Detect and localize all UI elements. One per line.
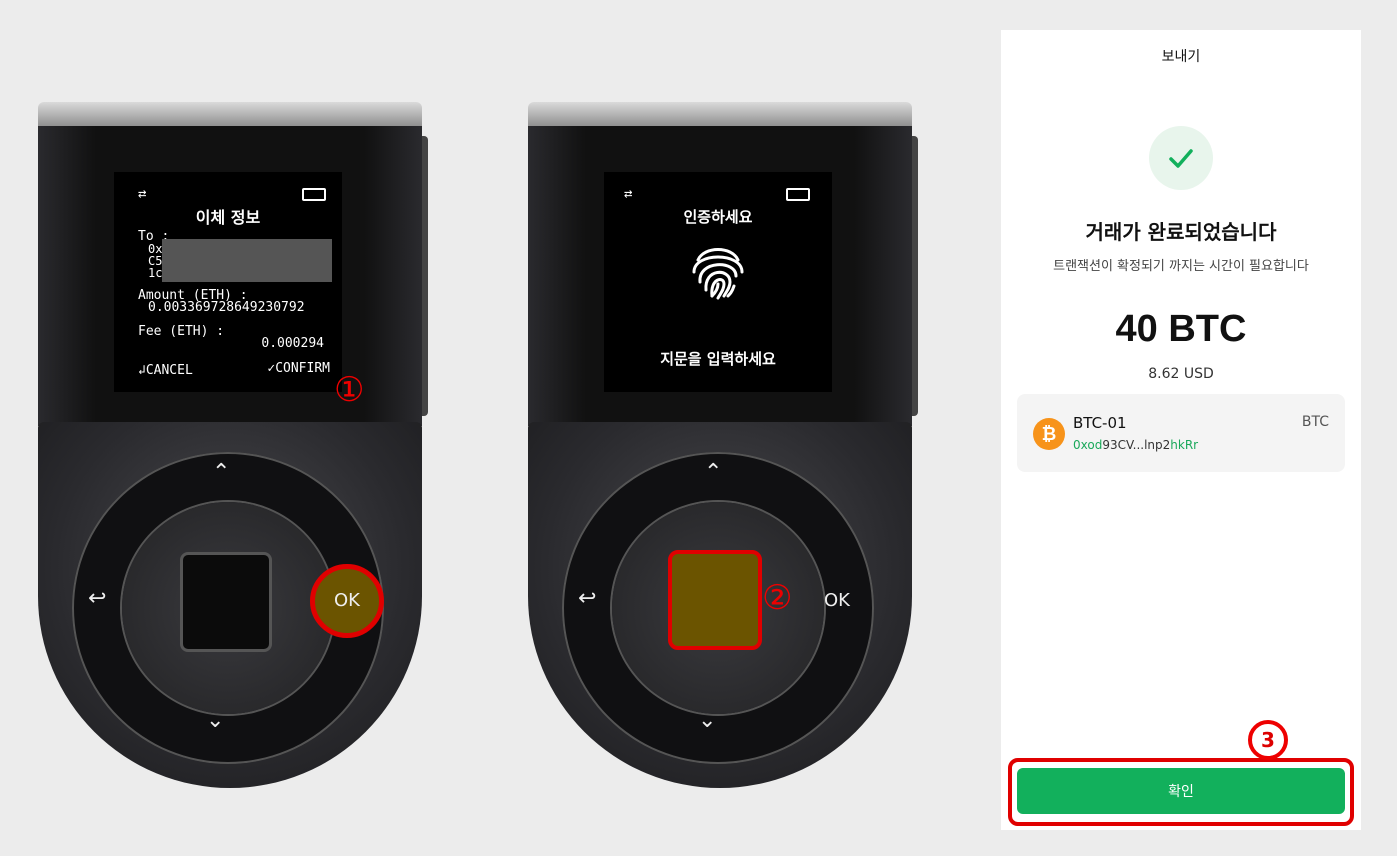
fee-value: 0.000294 [261, 336, 324, 351]
bitcoin-icon: ₿ [1033, 418, 1065, 450]
device-top-cap [38, 102, 422, 128]
fee-label: Fee (ETH) : [138, 324, 225, 339]
fingerprint-sensor[interactable] [668, 550, 762, 650]
back-icon[interactable]: ↩ [88, 586, 106, 611]
page-title: 보내기 [1161, 49, 1201, 65]
hardware-wallet-transfer: ⇄ 이체 정보 To : 0x C5 1c Amount (ETH) : 0.0… [38, 102, 428, 788]
account-name: BTC-01 [1073, 414, 1127, 432]
to-line-3: 1c [148, 266, 163, 280]
confirm-softkey: ✓CONFIRM [267, 361, 330, 376]
transfer-icon: ⇄ [624, 186, 633, 202]
redacted-address [162, 239, 332, 282]
transfer-icon: ⇄ [138, 186, 147, 202]
success-headline: 거래가 완료되었습니다 [1085, 220, 1277, 244]
success-subtext: 트랜잭션이 확정되기 까지는 시간이 필요합니다 [1053, 259, 1309, 274]
battery-icon [786, 188, 810, 201]
account-ticker: BTC [1301, 414, 1329, 430]
step-2-marker: ② [762, 578, 793, 618]
success-badge [1149, 126, 1213, 190]
fiat-amount: 8.62 USD [1148, 366, 1214, 382]
screen-title: 인증하세요 [683, 208, 753, 226]
hardware-wallet-fingerprint: ⇄ 인증하세요 지문을 입력하세요 ② ⌃ ⌄ ↩ OK [528, 102, 918, 788]
fingerprint-icon [692, 248, 744, 300]
account-address: 0xod93CV...lnp2hkRr [1073, 438, 1199, 452]
ok-button-label: OK [334, 590, 360, 611]
cancel-softkey: ↲CANCEL [138, 363, 193, 378]
screen-title: 이체 정보 [195, 208, 261, 227]
down-arrow-icon[interactable]: ⌄ [206, 708, 224, 733]
battery-icon [302, 188, 326, 201]
ok-button[interactable]: OK [824, 590, 850, 611]
back-icon[interactable]: ↩ [578, 586, 596, 611]
confirm-highlight [1008, 758, 1354, 826]
sent-amount: 40 BTC [1115, 308, 1247, 350]
device-screen: ⇄ 인증하세요 지문을 입력하세요 [604, 172, 832, 392]
step-3-marker: 3 [1248, 720, 1288, 760]
down-arrow-icon[interactable]: ⌄ [698, 708, 716, 733]
screen-footer: 지문을 입력하세요 [660, 350, 776, 368]
amount-value: 0.003369728649230792 [148, 300, 305, 315]
up-arrow-icon[interactable]: ⌃ [212, 460, 230, 485]
check-icon [1169, 149, 1193, 168]
fingerprint-sensor[interactable] [180, 552, 272, 652]
account-card[interactable]: ₿ BTC-01 0xod93CV...lnp2hkRr BTC [1017, 394, 1345, 472]
send-complete-screen: 보내기 거래가 완료되었습니다 트랜잭션이 확정되기 까지는 시간이 필요합니다… [1001, 30, 1361, 830]
device-top-cap [528, 102, 912, 128]
device-screen: ⇄ 이체 정보 To : 0x C5 1c Amount (ETH) : 0.0… [114, 172, 342, 392]
step-1-marker: ① [334, 370, 365, 410]
up-arrow-icon[interactable]: ⌃ [704, 460, 722, 485]
